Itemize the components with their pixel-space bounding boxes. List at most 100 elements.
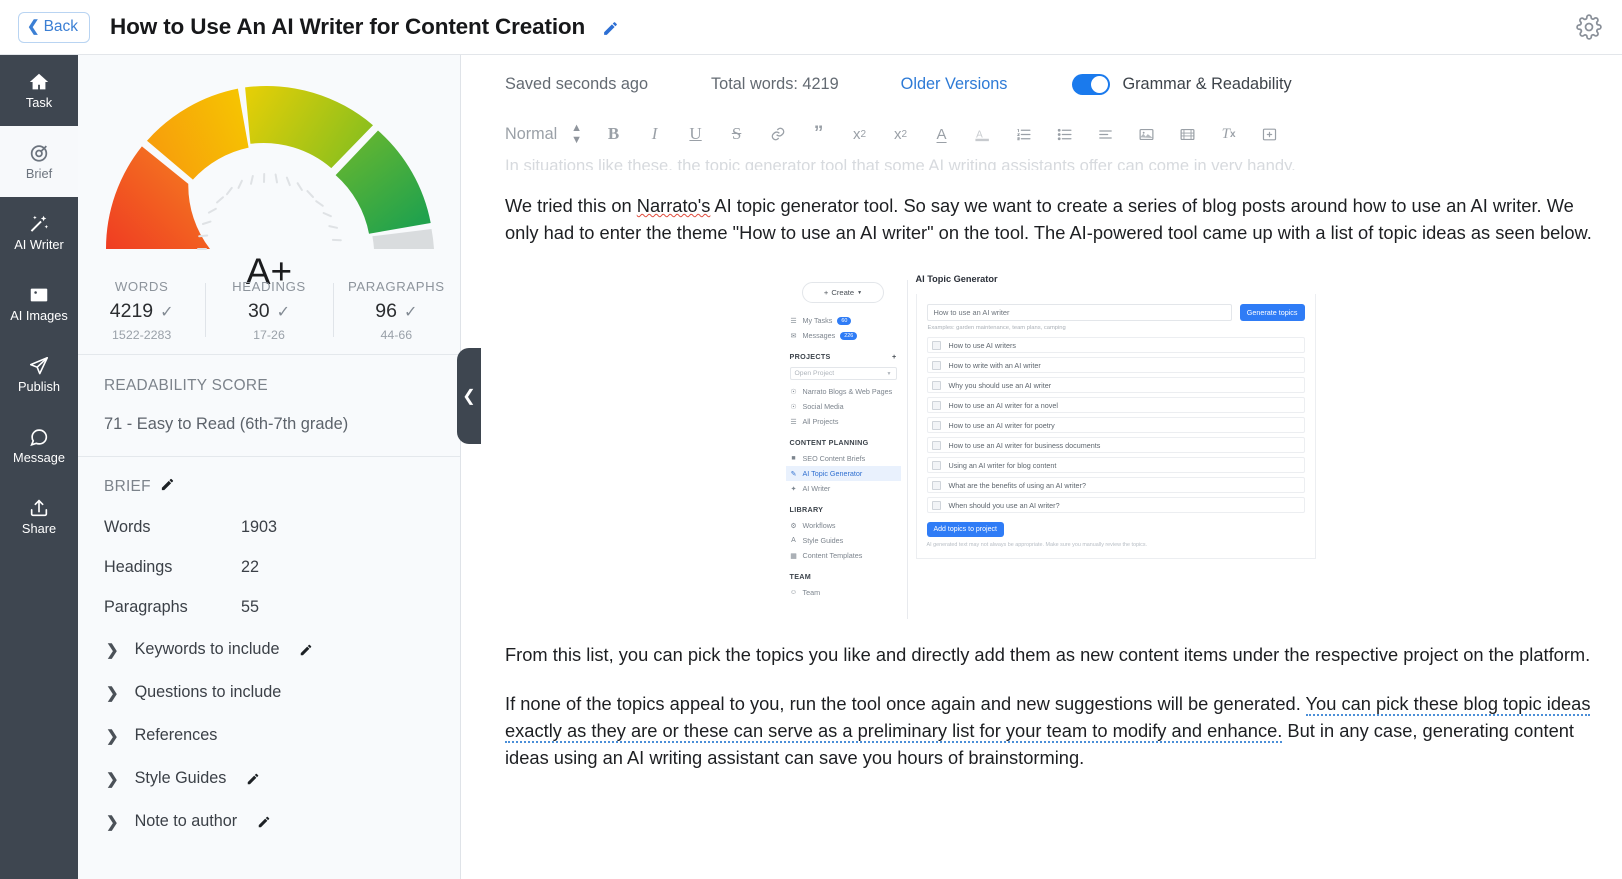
left-nav-rail: Task Brief AI Writer AI Images Publish M… (0, 55, 78, 879)
chevron-up-down-icon[interactable]: ▲ ▼ (571, 122, 582, 146)
embedded-add-topics-button[interactable]: Add topics to project (926, 522, 1004, 538)
document-body[interactable]: In situations like these, the topic gene… (461, 157, 1622, 771)
embedded-topic-row[interactable]: How to use AI writers (926, 337, 1305, 354)
insert-video-icon[interactable] (1167, 117, 1208, 151)
highlight-color-icon[interactable]: A (962, 117, 1003, 151)
edit-pencil-icon[interactable] (160, 477, 175, 497)
edit-pencil-icon[interactable] (257, 815, 271, 829)
paragraph-style-select[interactable]: Normal (505, 125, 557, 144)
rail-item-publish[interactable]: Publish (0, 339, 78, 410)
embedded-topic-row[interactable]: Using an AI writer for blog content (926, 457, 1305, 474)
embedded-item-content-templates[interactable]: ▦ Content Templates (786, 548, 901, 563)
panel-collapse-handle[interactable]: ❮ (457, 348, 481, 444)
superscript-icon[interactable]: x2 (880, 117, 921, 151)
checkbox-icon[interactable] (931, 440, 941, 450)
subscript-icon[interactable]: x2 (839, 117, 880, 151)
clipped-previous-line: In situations like these, the topic gene… (505, 157, 1296, 170)
checkbox-icon[interactable] (931, 380, 941, 390)
embedded-item-style-guides[interactable]: A Style Guides (786, 533, 901, 548)
insert-widget-icon[interactable] (1249, 117, 1290, 151)
edit-pencil-icon[interactable] (299, 643, 313, 657)
back-button[interactable]: ❮ Back (18, 11, 91, 43)
underline-icon[interactable]: U (675, 117, 716, 151)
embedded-screenshot[interactable]: + Create ▼ ☰ My Tasks 60 ✉ Messages 226 (779, 264, 1320, 620)
embedded-item-label: Content Templates (802, 551, 863, 561)
embedded-project-select[interactable]: Open Project ▼ (789, 367, 897, 381)
team-icon: ☺ (789, 589, 798, 597)
embedded-theme-input[interactable]: How to use an AI writer (926, 304, 1232, 322)
embedded-item-workflows[interactable]: ⚙ Workflows (786, 518, 901, 533)
checkbox-icon[interactable] (931, 480, 941, 490)
accordion-references[interactable]: ❯ References (104, 714, 436, 757)
embedded-sidebar-messages[interactable]: ✉ Messages 226 (786, 328, 901, 343)
embedded-topic-row[interactable]: How to use an AI writer for poetry (926, 417, 1305, 434)
bold-icon[interactable]: B (593, 117, 634, 151)
link-icon[interactable] (757, 117, 798, 151)
checkbox-icon[interactable] (931, 500, 941, 510)
strikethrough-icon[interactable]: S (716, 117, 757, 151)
embedded-project-item[interactable]: ☰ All Projects (786, 414, 901, 429)
accordion-questions-to-include[interactable]: ❯ Questions to include (104, 671, 436, 714)
embedded-item-team[interactable]: ☺ Team (786, 585, 901, 600)
rail-item-task[interactable]: Task (0, 55, 78, 126)
brief-row-headings: Headings 22 (104, 558, 436, 577)
checkbox-icon[interactable] (931, 340, 941, 350)
bullet-list-icon[interactable] (1044, 117, 1085, 151)
brief-row-value: 1903 (241, 518, 278, 536)
checkbox-icon[interactable] (931, 360, 941, 370)
align-icon[interactable] (1085, 117, 1126, 151)
embedded-item-ai-writer[interactable]: ✦ AI Writer (786, 481, 901, 496)
embedded-topic-row[interactable]: How to use an AI writer for business doc… (926, 437, 1305, 454)
brief-accordion: ❯ Keywords to include ❯ Questions to inc… (104, 628, 436, 843)
embedded-item-seo-content-briefs[interactable]: ■ SEO Content Briefs (786, 451, 901, 466)
embedded-topic-row[interactable]: How to use an AI writer for a novel (926, 397, 1305, 414)
edit-pencil-icon[interactable] (246, 772, 260, 786)
embedded-project-item[interactable]: ☉ Social Media (786, 399, 901, 414)
embedded-generate-topics-button[interactable]: Generate topics (1239, 304, 1305, 322)
embedded-project-item[interactable]: ☉ Narrato Blogs & Web Pages (786, 384, 901, 399)
text-color-icon[interactable]: A (921, 117, 962, 151)
ordered-list-icon[interactable] (1003, 117, 1044, 151)
embedded-section-title: CONTENT PLANNING (789, 438, 869, 448)
embedded-topic-row[interactable]: How to write with an AI writer (926, 357, 1305, 374)
embedded-topic-row[interactable]: Why you should use an AI writer (926, 377, 1305, 394)
embedded-section-title: LIBRARY (789, 505, 824, 515)
clear-format-icon[interactable]: Tx (1208, 117, 1249, 151)
italic-icon[interactable]: I (634, 117, 675, 151)
magic-wand-icon: ✦ (790, 485, 797, 493)
embedded-sidebar-my-tasks[interactable]: ☰ My Tasks 60 (786, 313, 901, 328)
insert-image-icon[interactable] (1126, 117, 1167, 151)
paragraph-2: From this list, you can pick the topics … (505, 644, 1591, 666)
rail-item-ai-writer[interactable]: AI Writer (0, 197, 78, 268)
checkbox-icon[interactable] (931, 460, 941, 470)
grammar-readability-switch[interactable] (1072, 73, 1111, 95)
embedded-item-label: Style Guides (802, 536, 844, 546)
rail-item-brief[interactable]: Brief (0, 126, 78, 197)
embedded-item-label: Narrato Blogs & Web Pages (802, 387, 893, 397)
rail-item-ai-images[interactable]: AI Images (0, 268, 78, 339)
embedded-create-button[interactable]: + Create ▼ (802, 282, 884, 304)
embedded-topic-row[interactable]: When should you use an AI writer? (926, 497, 1305, 514)
embedded-item-ai-topic-generator[interactable]: ✎ AI Topic Generator (785, 466, 901, 482)
edit-pencil-icon[interactable] (602, 20, 619, 37)
embedded-topic-row[interactable]: What are the benefits of using an AI wri… (926, 477, 1305, 494)
brief-heading-text: BRIEF (104, 478, 151, 495)
mail-icon: ✉ (790, 332, 797, 340)
accordion-note-to-author[interactable]: ❯ Note to author (104, 800, 436, 843)
rail-item-message[interactable]: Message (0, 410, 78, 481)
rail-item-share[interactable]: Share (0, 481, 78, 552)
image-icon (28, 284, 50, 306)
checkbox-icon[interactable] (931, 400, 941, 410)
plus-icon[interactable]: + (892, 352, 897, 361)
home-icon (28, 71, 50, 93)
stat-range: 44-66 (380, 328, 413, 342)
accordion-keywords-to-include[interactable]: ❯ Keywords to include (104, 628, 436, 671)
spellcheck-word[interactable]: Narrato's (637, 195, 711, 216)
checkbox-icon[interactable] (931, 420, 941, 430)
gear-icon[interactable] (1576, 14, 1602, 45)
accordion-style-guides[interactable]: ❯ Style Guides (104, 757, 436, 800)
embedded-section-projects: PROJECTS + (786, 343, 901, 365)
older-versions-link[interactable]: Older Versions (901, 75, 1008, 94)
stat-range: 1522-2283 (112, 328, 172, 342)
blockquote-icon[interactable]: ” (798, 117, 839, 151)
